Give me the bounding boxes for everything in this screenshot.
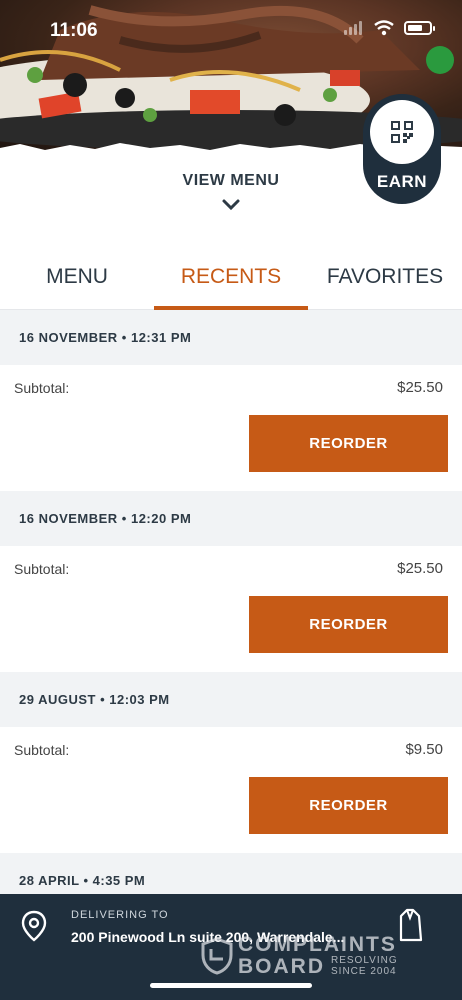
home-indicator[interactable]: [150, 983, 312, 988]
subtotal-label: Subtotal:: [14, 742, 70, 758]
subtotal-value: $9.50: [405, 741, 443, 758]
watermark-line2: BOARD: [238, 955, 325, 978]
subtotal-value: $25.50: [397, 560, 443, 577]
battery-icon: [404, 21, 435, 35]
tab-favorites[interactable]: FAVORITES: [308, 245, 462, 309]
watermark-tag2: SINCE 2004: [331, 966, 397, 977]
recent-orders-list: 16 NOVEMBER • 12:31 PM Subtotal: $25.50 …: [0, 310, 462, 908]
watermark-tag1: RESOLVING: [331, 955, 398, 966]
watermark-line1: COMPLAINTS: [238, 933, 397, 956]
order-card: Subtotal: $25.50 REORDER: [0, 546, 462, 672]
view-menu-toggle[interactable]: VIEW MENU: [0, 172, 462, 212]
status-icons: [344, 20, 435, 36]
signal-icon: [344, 21, 364, 35]
watermark-text: COMPLAINTS BOARD RESOLVING SINCE 2004: [238, 933, 398, 978]
chevron-down-icon: [222, 199, 240, 211]
qr-code-icon: [370, 100, 434, 164]
order-date-header: 29 AUGUST • 12:03 PM: [0, 672, 462, 727]
watermark: COMPLAINTS BOARD RESOLVING SINCE 2004: [200, 933, 398, 978]
tab-menu[interactable]: MENU: [0, 245, 154, 309]
reorder-button[interactable]: REORDER: [249, 415, 448, 472]
reorder-button[interactable]: REORDER: [249, 596, 448, 653]
tab-recents[interactable]: RECENTS: [154, 245, 308, 310]
map-pin-icon: [21, 910, 47, 942]
wifi-icon: [374, 20, 394, 36]
subtotal-label: Subtotal:: [14, 561, 70, 577]
order-card: Subtotal: $25.50 REORDER: [0, 365, 462, 491]
status-time: 11:06: [50, 20, 98, 41]
delivering-to-label: DELIVERING TO: [71, 909, 169, 921]
order-date-header: 16 NOVEMBER • 12:20 PM: [0, 491, 462, 546]
order-date-header: 16 NOVEMBER • 12:31 PM: [0, 310, 462, 365]
subtotal-label: Subtotal:: [14, 380, 70, 396]
shield-logo-icon: [201, 937, 233, 975]
tab-bar: MENU RECENTS FAVORITES: [0, 245, 462, 310]
subtotal-value: $25.50: [397, 379, 443, 396]
view-menu-label: VIEW MENU: [182, 172, 280, 189]
order-card: Subtotal: $9.50 REORDER: [0, 727, 462, 853]
shopping-bag-icon[interactable]: [397, 908, 425, 942]
reorder-button[interactable]: REORDER: [249, 777, 448, 834]
